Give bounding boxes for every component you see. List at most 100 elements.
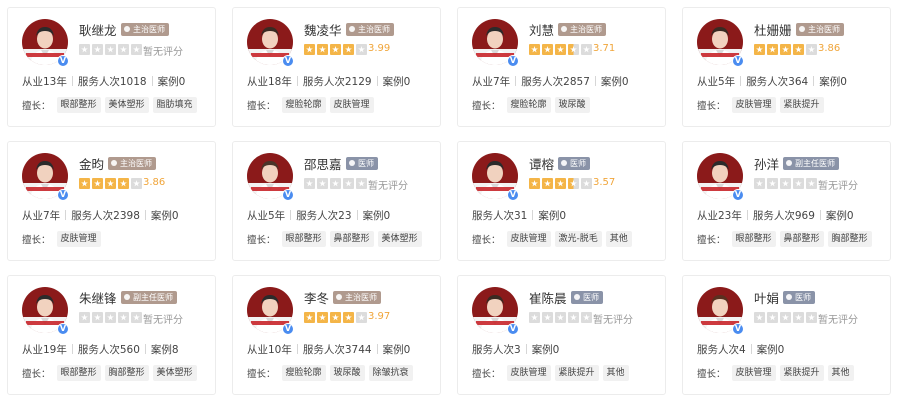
doctor-name[interactable]: 孙洋 <box>754 154 779 173</box>
star-icon <box>343 312 354 323</box>
doctor-name[interactable]: 李冬 <box>304 288 329 307</box>
star-icon <box>555 178 566 189</box>
specialty-tag[interactable]: 眼部整形 <box>56 97 101 113</box>
doctor-name[interactable]: 叶娟 <box>754 288 779 307</box>
specialty-tag[interactable]: 皮肤管理 <box>56 231 101 247</box>
stat-item: 服务人次23 <box>296 210 352 222</box>
doctor-name[interactable]: 邵思嘉 <box>304 154 342 173</box>
specialty-tag[interactable]: 激光-脱毛 <box>554 231 602 247</box>
star-icon <box>542 178 553 189</box>
specialty-tag[interactable]: 皮肤管理 <box>731 365 776 381</box>
star-icon <box>79 178 90 189</box>
doctor-name[interactable]: 杜姗姗 <box>754 20 792 39</box>
stat-divider <box>71 344 73 354</box>
specialty-tags: 擅长： 皮肤管理 激光-脱毛 其他 <box>472 231 632 247</box>
specialty-label: 擅长： <box>247 101 276 112</box>
doctor-card[interactable]: V 谭榕 医师 3.57 服务人次31 案例0 擅长： 皮肤管理 激光-脱毛 其他 <box>457 141 666 261</box>
specialty-tag[interactable]: 玻尿酸 <box>554 97 590 113</box>
doctor-card[interactable]: V 叶娟 医师 暂无评分 服务人次4 案例0 擅长： 皮肤管理 紧肤提升 其他 <box>682 275 891 395</box>
star-icon <box>356 312 367 323</box>
doctor-card[interactable]: V 崔陈晨 医师 暂无评分 服务人次3 案例0 擅长： 皮肤管理 紧肤提升 其他 <box>457 275 666 395</box>
star-icon <box>581 178 592 189</box>
specialty-tag[interactable]: 紧肤提升 <box>779 365 824 381</box>
stat-divider <box>525 344 527 354</box>
stat-divider <box>594 76 596 86</box>
star-icon <box>317 44 328 55</box>
star-icon <box>343 178 354 189</box>
stat-item: 从业5年 <box>247 210 286 222</box>
doctor-name[interactable]: 魏凌华 <box>304 20 342 39</box>
doctor-card[interactable]: V 魏凌华 主治医师 3.99 从业18年 服务人次2129 案例0 擅长： 瘦脸轮廓 皮肤管理 <box>232 7 441 127</box>
doctor-name[interactable]: 谭榕 <box>529 154 554 173</box>
specialty-tag[interactable]: 皮肤管理 <box>731 97 776 113</box>
specialty-tag[interactable]: 美体塑形 <box>152 365 197 381</box>
doctor-card[interactable]: V 李冬 主治医师 3.97 从业10年 服务人次3744 案例0 擅长： 瘦脸轮廓 玻尿酸 除皱抗… <box>232 275 441 395</box>
specialty-tag[interactable]: 眼部整形 <box>731 231 776 247</box>
doctor-stats: 从业13年 服务人次1018 案例0 <box>22 74 185 89</box>
doctor-name[interactable]: 刘慧 <box>529 20 554 39</box>
specialty-tag[interactable]: 其他 <box>602 365 629 381</box>
doctor-name[interactable]: 朱继锋 <box>79 288 117 307</box>
star-icon <box>793 44 804 55</box>
doctor-card[interactable]: V 杜姗姗 主治医师 3.86 从业5年 服务人次364 案例0 擅长： 皮肤管理 紧肤提升 <box>682 7 891 127</box>
specialty-tags: 擅长： 皮肤管理 紧肤提升 <box>697 97 824 113</box>
rating-stars <box>529 312 592 323</box>
star-icon <box>304 312 315 323</box>
stat-item: 从业10年 <box>247 344 292 356</box>
title-badge-icon <box>349 160 355 166</box>
stat-item: 从业18年 <box>247 76 292 88</box>
specialty-tag[interactable]: 鼻部整形 <box>329 231 374 247</box>
doctor-card[interactable]: V 孙洋 副主任医师 暂无评分 从业23年 服务人次969 案例0 擅长： 眼部整形 鼻部整形 胸部… <box>682 141 891 261</box>
specialty-tag[interactable]: 眼部整形 <box>56 365 101 381</box>
specialty-tag[interactable]: 瘦脸轮廓 <box>281 365 326 381</box>
stat-divider <box>746 210 748 220</box>
specialty-tag[interactable]: 脂肪填充 <box>152 97 197 113</box>
doctor-card[interactable]: V 刘慧 主治医师 3.71 从业7年 服务人次2857 案例0 擅长： 瘦脸轮廓 玻尿酸 <box>457 7 666 127</box>
specialty-tag[interactable]: 除皱抗衰 <box>368 365 413 381</box>
doctor-name[interactable]: 金昀 <box>79 154 104 173</box>
specialty-label: 擅长： <box>22 235 51 246</box>
specialty-tags: 擅长： 眼部整形 鼻部整形 美体塑形 <box>247 231 422 247</box>
doctor-name[interactable]: 耿继龙 <box>79 20 117 39</box>
doctor-stats: 从业7年 服务人次2857 案例0 <box>472 74 629 89</box>
stat-item: 案例0 <box>362 210 391 222</box>
star-icon <box>131 178 142 189</box>
doctor-card[interactable]: V 邵思嘉 医师 暂无评分 从业5年 服务人次23 案例0 擅长： 眼部整形 鼻部整形 美体塑形 <box>232 141 441 261</box>
stat-divider <box>750 344 752 354</box>
specialty-tag[interactable]: 皮肤管理 <box>506 365 551 381</box>
doctor-card[interactable]: V 朱继锋 副主任医师 暂无评分 从业19年 服务人次560 案例8 擅长： 眼部整形 胸部整形美… <box>7 275 216 395</box>
star-icon <box>304 44 315 55</box>
star-icon <box>529 178 540 189</box>
specialty-tag[interactable]: 眼部整形 <box>281 231 326 247</box>
star-icon <box>793 312 804 323</box>
specialty-tag[interactable]: 瘦脸轮廓 <box>281 97 326 113</box>
specialty-tag[interactable]: 其他 <box>605 231 632 247</box>
specialty-tag[interactable]: 美体塑形 <box>377 231 422 247</box>
doctor-title-badge: 副主任医师 <box>121 291 177 304</box>
doctor-name[interactable]: 崔陈晨 <box>529 288 567 307</box>
specialty-tag[interactable]: 瘦脸轮廓 <box>506 97 551 113</box>
specialty-tag[interactable]: 美体塑形 <box>104 97 149 113</box>
doctor-card[interactable]: V 金昀 主治医师 3.86 从业7年 服务人次2398 案例0 擅长： 皮肤管理 <box>7 141 216 261</box>
stat-divider <box>296 344 298 354</box>
specialty-tag[interactable]: 紧肤提升 <box>779 97 824 113</box>
star-icon <box>581 44 592 55</box>
doctor-stats: 从业10年 服务人次3744 案例0 <box>247 342 410 357</box>
specialty-tag[interactable]: 其他 <box>827 365 854 381</box>
specialty-tag[interactable]: 紧肤提升 <box>554 365 599 381</box>
specialty-tag[interactable]: 皮肤管理 <box>506 231 551 247</box>
star-icon <box>118 178 129 189</box>
title-badge-icon <box>561 26 567 32</box>
specialty-tag[interactable]: 胸部整形 <box>104 365 149 381</box>
doctor-card[interactable]: V 耿继龙 主治医师 暂无评分 从业13年 服务人次1018 案例0 擅长： 眼部整形 美体塑形脂… <box>7 7 216 127</box>
specialty-tag[interactable]: 鼻部整形 <box>779 231 824 247</box>
specialty-label: 擅长： <box>472 101 501 112</box>
star-icon <box>92 312 103 323</box>
rating-value: 3.71 <box>593 43 616 54</box>
specialty-tag[interactable]: 皮肤管理 <box>329 97 374 113</box>
star-icon <box>79 44 90 55</box>
specialty-tag[interactable]: 胸部整形 <box>827 231 872 247</box>
stat-item: 案例0 <box>150 210 179 222</box>
star-icon <box>330 312 341 323</box>
specialty-tag[interactable]: 玻尿酸 <box>329 365 365 381</box>
